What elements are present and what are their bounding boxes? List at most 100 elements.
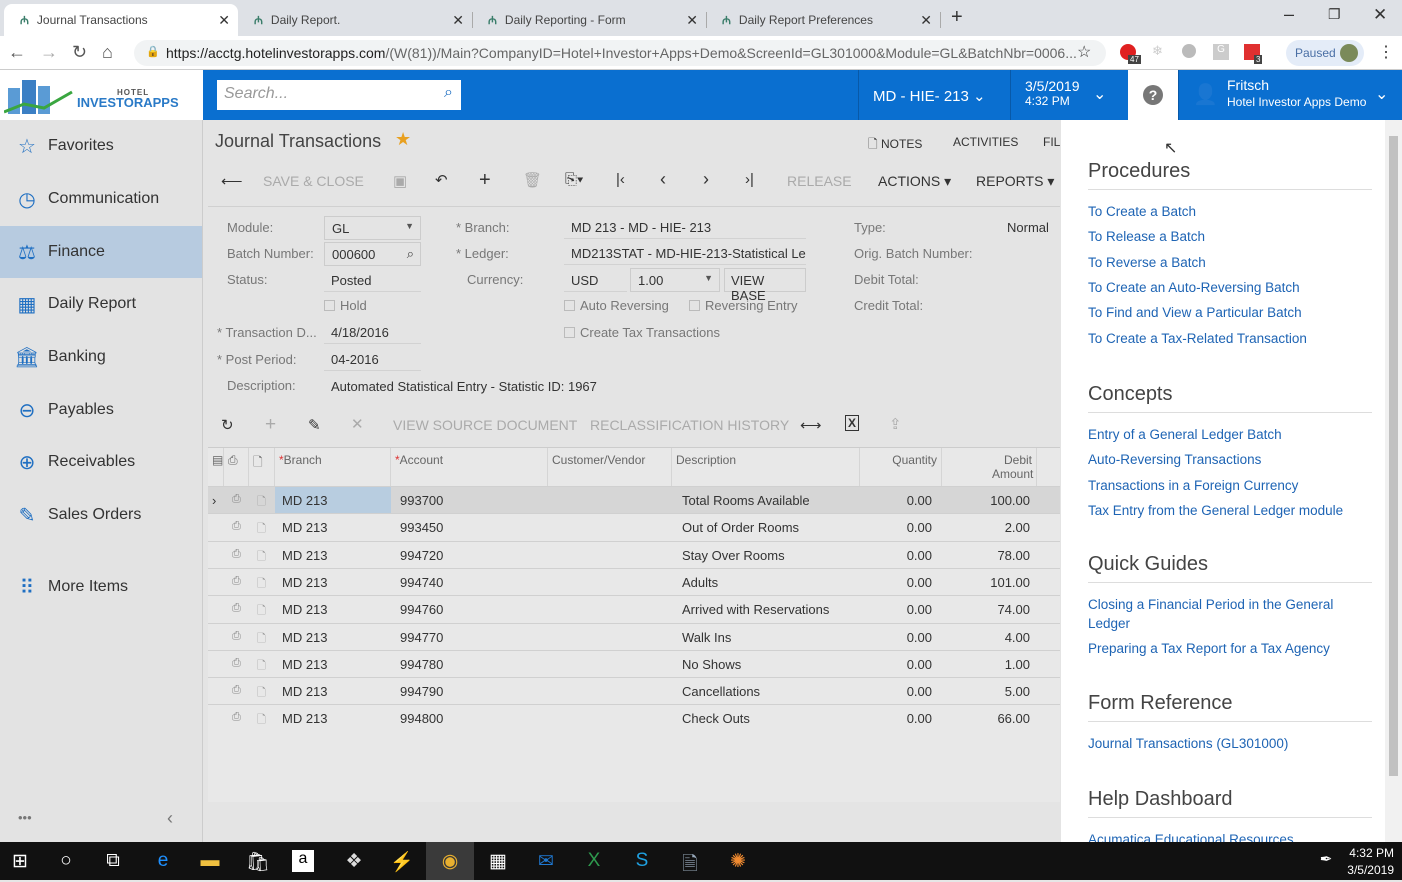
windows-start-icon[interactable]: ⊞ [6, 850, 34, 873]
cell-quantity[interactable]: 0.00 [860, 657, 932, 672]
sidebar-item-more-items[interactable]: ⠿ More Items [0, 561, 202, 613]
cell-quantity[interactable]: 0.00 [860, 493, 932, 508]
snowflake-extension-icon[interactable]: ❄ [1152, 43, 1163, 59]
note-icon[interactable]: 🗋 [257, 548, 266, 567]
column-header-account[interactable]: *Account [391, 448, 548, 486]
home-icon[interactable]: ⌂ [102, 42, 113, 63]
attachment-icon[interactable]: ⎙ [232, 684, 241, 697]
cell-debit-amount[interactable]: 74.00 [942, 602, 1030, 617]
url-input[interactable]: 🔒 https://acctg.hotelinvestorapps.com/(W(… [134, 40, 1106, 66]
cell-branch[interactable]: MD 213 [282, 548, 328, 563]
document-icon[interactable]: 🗎 [676, 850, 704, 882]
currency-rate-select[interactable]: 1.00 ▼ [630, 268, 720, 292]
cell-description[interactable]: Cancellations [682, 684, 760, 699]
save-close-button[interactable]: SAVE & CLOSE [263, 173, 364, 189]
search-circle-icon[interactable]: ○ [52, 850, 80, 872]
note-icon[interactable]: 🗋 [257, 684, 266, 703]
sidebar-item-sales-orders[interactable]: ✎ Sales Orders [0, 489, 202, 541]
cell-branch[interactable]: MD 213 [282, 630, 328, 645]
note-icon[interactable]: 🗋 [257, 493, 266, 512]
table-row[interactable]: ⎙ 🗋 MD 213 994740 Adults 0.00 101.00 [208, 567, 1060, 595]
cell-description[interactable]: Total Rooms Available [682, 493, 810, 508]
table-row[interactable]: ⎙ 🗋 MD 213 994720 Stay Over Rooms 0.00 78.00 [208, 540, 1060, 568]
files-link[interactable]: FIL [1043, 135, 1060, 149]
cell-quantity[interactable]: 0.00 [860, 630, 932, 645]
clock-time[interactable]: 4:32 PM [1348, 846, 1394, 860]
save-icon[interactable]: ▣ [393, 172, 407, 190]
task-view-icon[interactable]: ⧉ [99, 850, 127, 872]
cell-description[interactable]: Walk Ins [682, 630, 731, 645]
close-tab-icon[interactable]: ✕ [218, 12, 230, 29]
edge-icon[interactable]: e [149, 850, 177, 872]
cell-debit-amount[interactable]: 2.00 [942, 520, 1030, 535]
excel-icon[interactable]: X [580, 850, 608, 872]
app-icon[interactable]: ✺ [724, 850, 752, 873]
back-arrow-icon[interactable]: ⟵ [221, 172, 243, 190]
cell-quantity[interactable]: 0.00 [860, 520, 932, 535]
branch-selector[interactable]: MD - HIE- 213 ⌄ [858, 70, 1010, 120]
profile-button[interactable]: Paused [1286, 40, 1364, 66]
cell-branch[interactable]: MD 213 [282, 684, 328, 699]
export-excel-icon[interactable]: X [845, 415, 860, 431]
note-icon[interactable]: 🗋 [257, 657, 266, 676]
extension-g-icon[interactable]: G [1213, 44, 1229, 60]
cell-debit-amount[interactable]: 100.00 [942, 493, 1030, 508]
sidebar-item-communication[interactable]: ◷ Communication [0, 173, 202, 225]
calculator-icon[interactable]: ▦ [484, 850, 512, 873]
extension-icon[interactable] [1182, 44, 1196, 58]
next-icon[interactable]: › [703, 169, 709, 190]
delete-row-icon[interactable]: ✕ [351, 415, 364, 433]
ledger-input[interactable]: MD213STAT - MD-HIE-213-Statistical Le [564, 243, 806, 265]
reload-icon[interactable]: ↻ [72, 42, 87, 63]
refresh-icon[interactable]: ↻ [221, 416, 234, 434]
minimize-icon[interactable]: – [1284, 4, 1294, 25]
date-selector[interactable]: 3/5/2019 4:32 PM ⌄ [1010, 70, 1128, 120]
new-tab-icon[interactable]: + [951, 6, 963, 29]
module-select[interactable]: GL ▼ [324, 216, 421, 240]
user-menu[interactable]: 👤 Fritsch Hotel Investor Apps Demo ⌄ [1178, 70, 1402, 120]
file-explorer-icon[interactable]: ▬ [196, 850, 224, 872]
release-button[interactable]: RELEASE [787, 173, 852, 189]
table-row[interactable]: ⎙ 🗋 MD 213 994790 Cancellations 0.00 5.00 [208, 677, 1060, 704]
close-window-icon[interactable]: ✕ [1373, 5, 1387, 25]
cell-branch[interactable]: MD 213 [282, 602, 328, 617]
branch-input[interactable]: MD 213 - MD - HIE- 213 [564, 217, 806, 239]
activities-link[interactable]: ACTIVITIES [953, 135, 1018, 149]
table-row[interactable]: ⎙ 🗋 MD 213 994780 No Shows 0.00 1.00 [208, 649, 1060, 677]
column-header-debit-amount[interactable]: Debit Amount [942, 448, 1037, 486]
attachment-icon[interactable]: ⎙ [232, 493, 241, 506]
sidebar-item-payables[interactable]: ⊖ Payables [0, 384, 202, 436]
attachment-icon[interactable]: ⎙ [232, 711, 241, 724]
table-row[interactable]: ⎙ 🗋 MD 213 994770 Walk Ins 0.00 4.00 [208, 622, 1060, 650]
previous-icon[interactable]: ‹ [660, 169, 666, 190]
cell-account[interactable]: 994770 [400, 630, 443, 645]
close-tab-icon[interactable]: ✕ [452, 12, 464, 29]
table-row[interactable]: › ⎙ 🗋 MD 213 993700 Total Rooms Available 0.00… [208, 486, 1060, 514]
batch-number-input[interactable]: 000600 ⌕ [324, 242, 421, 266]
pen-icon[interactable]: ✒ [1312, 850, 1340, 868]
bookmark-star-icon[interactable]: ☆ [1077, 42, 1091, 62]
close-tab-icon[interactable]: ✕ [920, 12, 932, 29]
upload-icon[interactable]: ⇪ [889, 415, 902, 433]
column-header-customer-vendor[interactable]: Customer/Vendor [548, 448, 672, 486]
attachment-icon[interactable]: ⎙ [232, 548, 241, 561]
amazon-icon[interactable]: a [292, 850, 314, 872]
chrome-taskbar-button[interactable]: ◉ [426, 842, 474, 880]
browser-tab[interactable]: ₼ Daily Report Preferences ✕ [706, 4, 941, 36]
cell-account[interactable]: 994790 [400, 684, 443, 699]
actions-menu[interactable]: ACTIONS ▾ [878, 173, 951, 190]
edit-icon[interactable]: ✎ [308, 416, 321, 434]
outlook-icon[interactable]: ✉ [532, 850, 560, 873]
fit-columns-icon[interactable]: ⟷ [800, 416, 822, 434]
attachment-icon[interactable]: ⎙ [232, 520, 241, 533]
sidebar-item-finance[interactable]: ⚖ Finance [0, 226, 202, 278]
table-row[interactable]: ⎙ 🗋 MD 213 994760 Arrived with Reservations 0… [208, 595, 1060, 622]
scrollbar-thumb[interactable] [1389, 136, 1398, 776]
cell-account[interactable]: 993450 [400, 520, 443, 535]
delete-icon[interactable]: 🗑 [523, 171, 542, 189]
clock-date[interactable]: 3/5/2019 [1342, 863, 1394, 877]
collapse-sidebar-icon[interactable]: ‹ [167, 808, 173, 829]
note-icon[interactable]: 🗋 [257, 602, 266, 621]
cell-description[interactable]: Out of Order Rooms [682, 520, 799, 535]
cell-debit-amount[interactable]: 1.00 [942, 657, 1030, 672]
